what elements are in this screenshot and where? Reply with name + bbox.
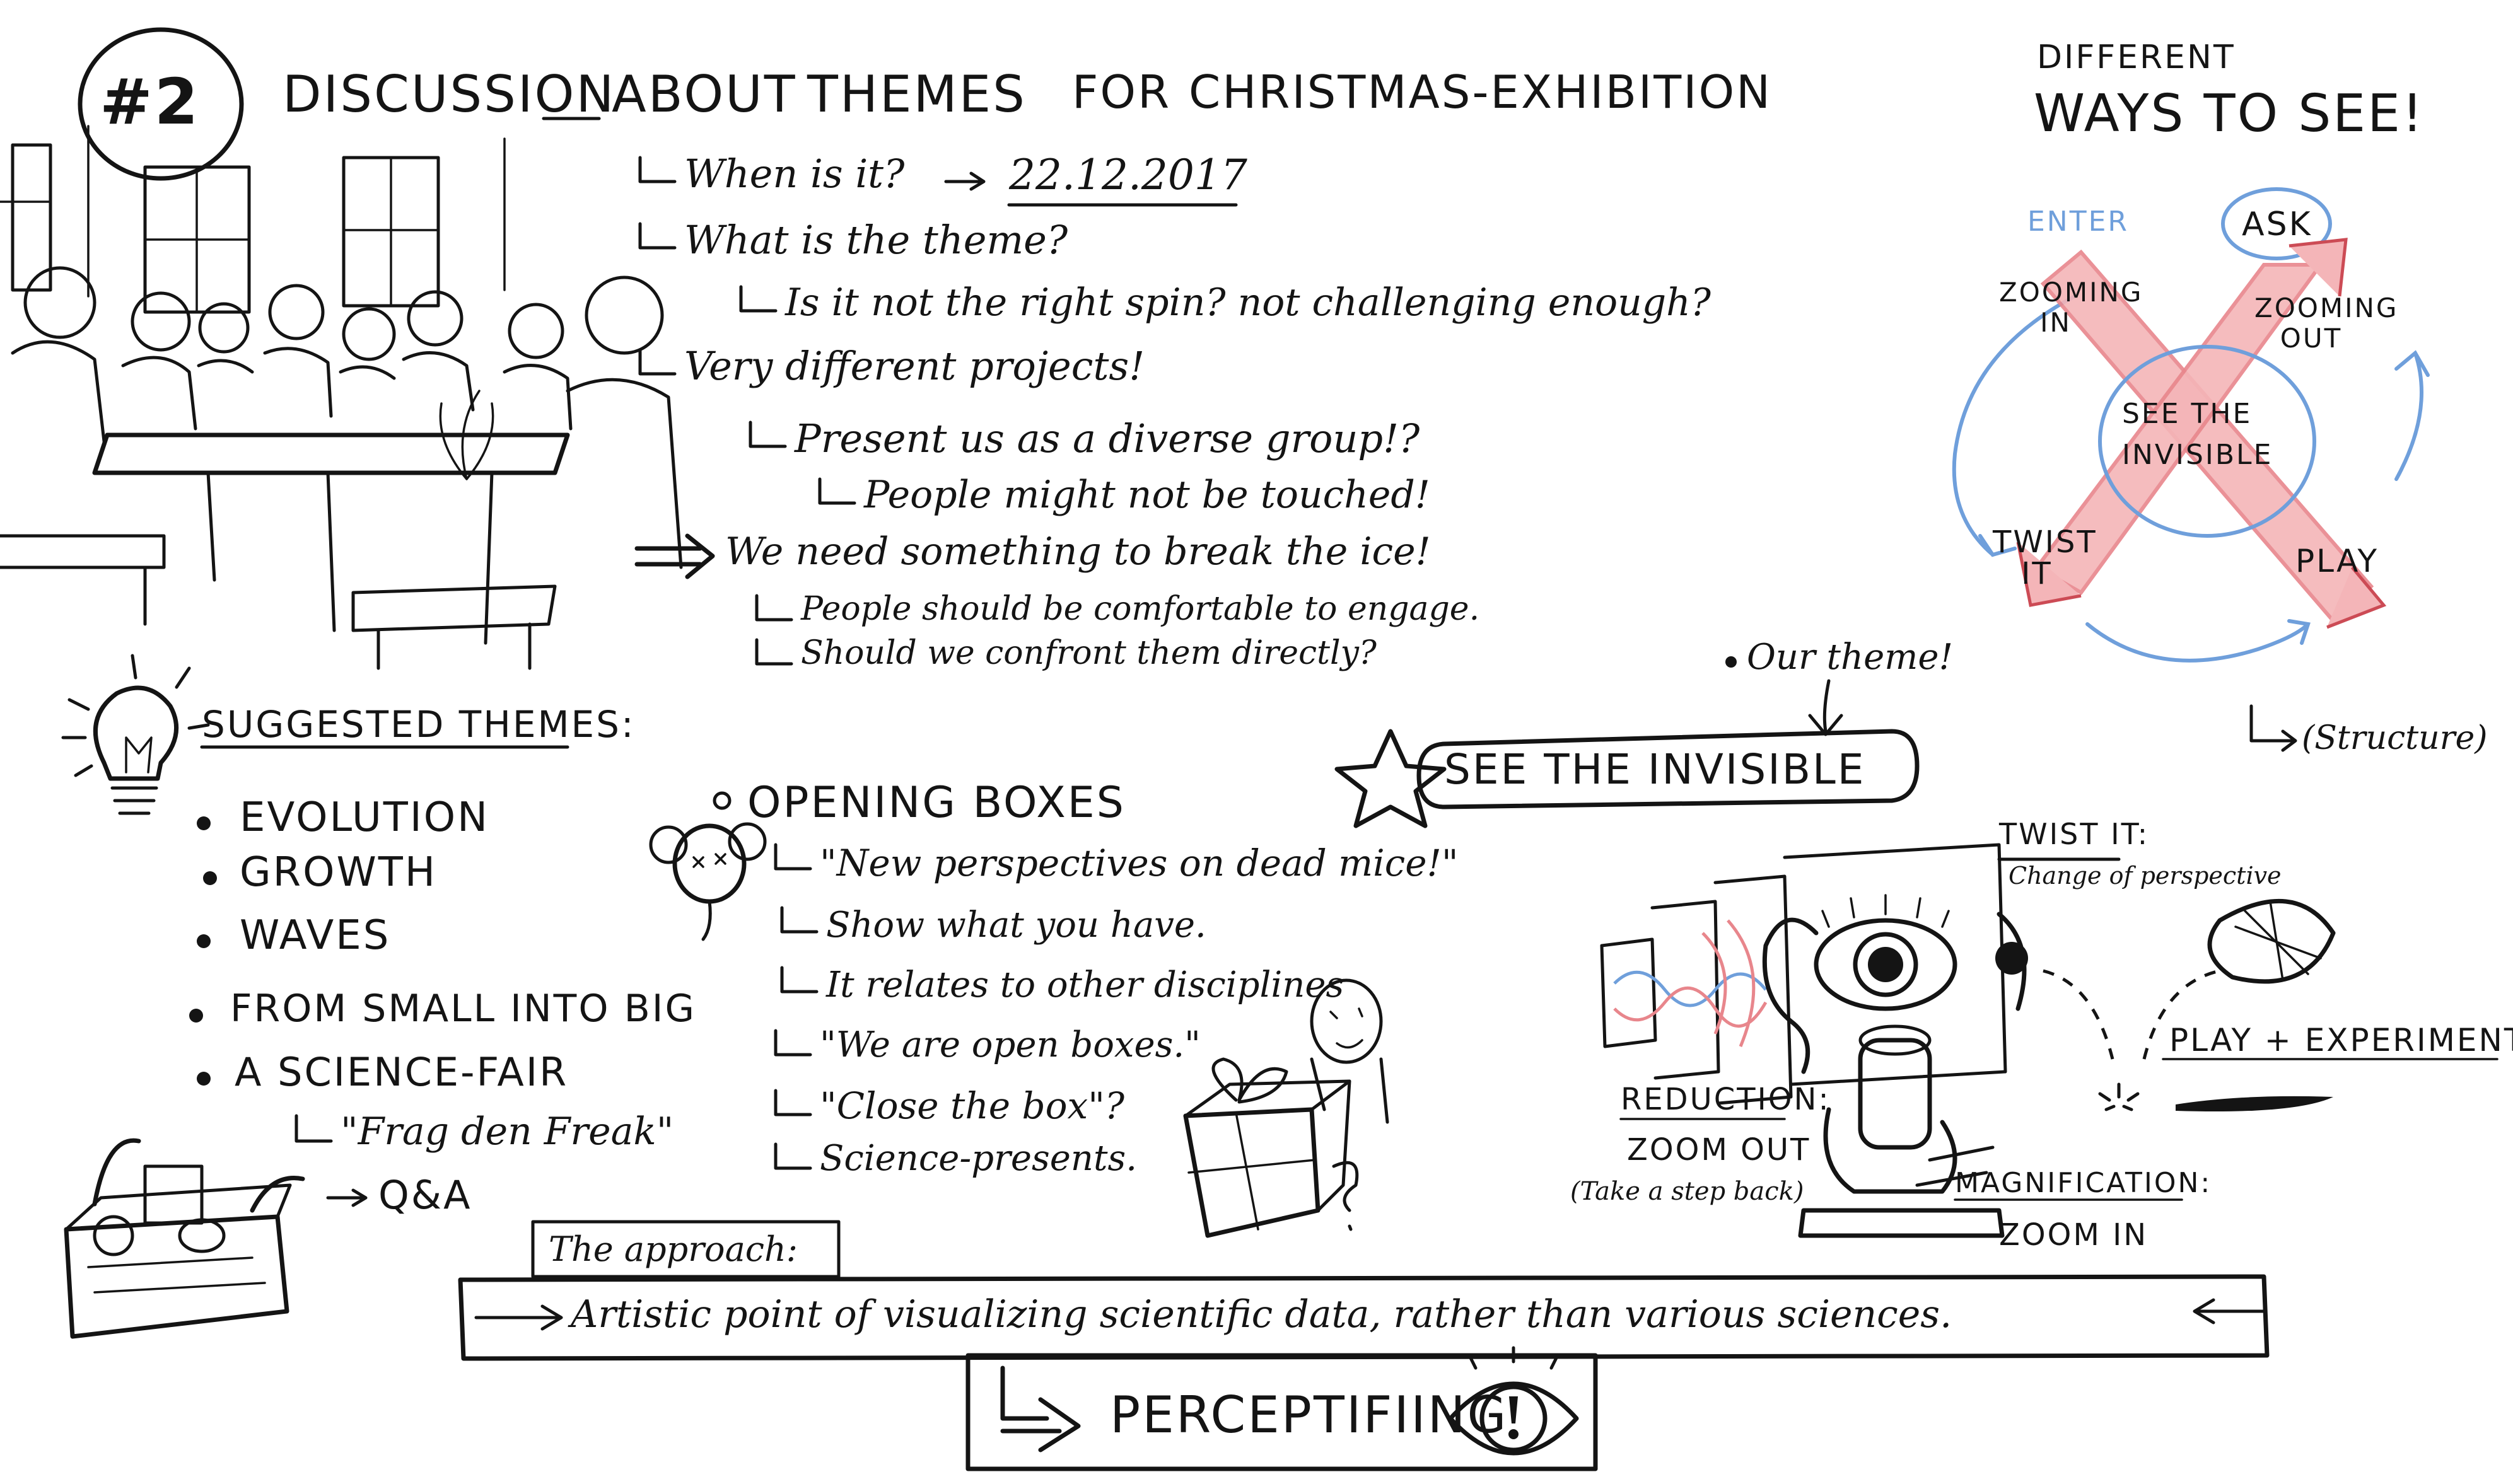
structure-arrow bbox=[2249, 704, 2297, 752]
toolbox-sketch bbox=[64, 1138, 305, 1339]
star-icon bbox=[1334, 729, 1447, 828]
question-spin: Is it not the right spin? not challengin… bbox=[785, 281, 1711, 325]
arrow-ice bbox=[634, 533, 715, 579]
box-note-disciplines: It relates to other disciplines bbox=[826, 965, 1344, 1006]
box-note-mice: "New perspectives on dead mice!" bbox=[820, 842, 1459, 884]
approach-label: The approach: bbox=[549, 1229, 798, 1269]
ways-play: PLAY bbox=[2295, 543, 2379, 579]
box-note-show: Show what you have. bbox=[826, 905, 1206, 946]
approach-text: Artistic point of visualizing scientific… bbox=[571, 1292, 1952, 1336]
fair-qa: Q&A bbox=[378, 1172, 472, 1218]
cycle-arrow-bottom bbox=[2085, 622, 2310, 663]
question-when: When is it? bbox=[684, 151, 905, 197]
opening-boxes-title: OPENING BOXES bbox=[747, 778, 1126, 828]
ways-center-invisible: INVISIBLE bbox=[2122, 439, 2273, 471]
arrow-confront bbox=[755, 638, 793, 666]
arrow-projects bbox=[638, 348, 677, 376]
theme-evolution: EVOLUTION bbox=[240, 794, 489, 841]
arrow-what bbox=[638, 222, 677, 250]
note-confront: Should we confront them directly? bbox=[801, 634, 1377, 672]
our-theme-bullet bbox=[1725, 656, 1737, 668]
twist-it-title: TWIST IT: bbox=[1999, 817, 2150, 851]
light-bulb-icon bbox=[61, 654, 210, 815]
play-experiment: PLAY + EXPERIMENT bbox=[2169, 1022, 2513, 1058]
note-ice: We need something to break the ice! bbox=[725, 530, 1431, 574]
opening-bullet-ring bbox=[713, 791, 732, 810]
note-comfortable: People should be comfortable to engage. bbox=[801, 590, 1480, 628]
twist-it-subtitle: Change of perspective bbox=[2009, 862, 2282, 890]
our-theme-label: Our theme! bbox=[1747, 637, 1954, 678]
suggested-title: SUGGESTED THEMES: bbox=[202, 703, 636, 746]
bullet bbox=[197, 816, 211, 830]
ways-title-main: WAYS TO SEE! bbox=[2034, 84, 2425, 144]
ways-enter: ENTER bbox=[2027, 206, 2129, 238]
arrow-touched bbox=[818, 477, 856, 505]
ways-title-different: DIFFERENT bbox=[2037, 38, 2236, 76]
magnification-label: MAGNIFICATION: bbox=[1955, 1167, 2212, 1199]
arrow-fair-sub bbox=[294, 1114, 333, 1143]
theme-science-fair: A SCIENCE-FAIR bbox=[235, 1049, 569, 1095]
arrow-date bbox=[944, 171, 986, 191]
theme-growth: GROWTH bbox=[240, 849, 437, 896]
note-touched: People might not be touched! bbox=[864, 473, 1430, 517]
fair-subtitle: "Frag den Freak" bbox=[341, 1110, 674, 1154]
result-arrow bbox=[1000, 1365, 1081, 1452]
cycle-arrow-right bbox=[2394, 351, 2423, 481]
theme-small-into-big: FROM SMALL INTO BIG bbox=[230, 987, 696, 1031]
question-date: 22.12.2017 bbox=[1009, 151, 1247, 199]
mouse-icon bbox=[649, 822, 767, 941]
header-title-for: FOR bbox=[1072, 66, 1172, 119]
ways-twist-it: TWIST IT bbox=[1993, 525, 2097, 592]
ways-structure: (Structure) bbox=[2302, 719, 2488, 757]
note-projects: Very different projects! bbox=[684, 343, 1145, 389]
approach-result: PERCEPTIFIING bbox=[1110, 1386, 1508, 1444]
bullet bbox=[203, 871, 217, 885]
arrow-present bbox=[749, 420, 787, 448]
box-note-open: "We are open boxes." bbox=[820, 1024, 1201, 1065]
theme-waves: WAVES bbox=[240, 912, 391, 959]
header-title-about: ABOUT bbox=[612, 65, 797, 124]
our-theme-arrow bbox=[1808, 679, 1843, 736]
opening-arrows bbox=[774, 843, 819, 1170]
note-present: Present us as a diverse group!? bbox=[795, 415, 1420, 461]
reduction-label: REDUCTION: bbox=[1621, 1082, 1831, 1117]
bullet bbox=[197, 1072, 211, 1086]
header-title-discussion: DISCUSSION bbox=[283, 65, 616, 124]
approach-arrow-left bbox=[474, 1304, 563, 1331]
approach-arrow-right bbox=[2193, 1298, 2266, 1325]
theme-name: SEE THE INVISIBLE bbox=[1444, 745, 1866, 794]
zoom-out-label: ZOOM OUT bbox=[1627, 1132, 1811, 1168]
arrow-qa bbox=[326, 1188, 368, 1207]
step-back-label: (Take a step back) bbox=[1570, 1177, 1804, 1206]
meeting-room-sketch bbox=[0, 125, 683, 670]
bullet bbox=[189, 1009, 203, 1023]
box-note-close: "Close the box"? bbox=[820, 1084, 1125, 1127]
arrow-spin bbox=[739, 285, 778, 313]
header-number: #2 bbox=[100, 65, 201, 139]
header-title-exhibition: CHRISTMAS-EXHIBITION bbox=[1189, 66, 1772, 119]
gift-box-sketch bbox=[1183, 978, 1389, 1238]
question-what: What is the theme? bbox=[684, 217, 1068, 263]
ways-ask: ASK bbox=[2242, 206, 2312, 243]
sketchnote-board: #2 DISCUSSION ABOUT THEMES FOR CHRISTMAS… bbox=[0, 0, 2513, 1484]
arrow-comfortable bbox=[755, 594, 793, 622]
ways-zooming-out: ZOOMING OUT bbox=[2254, 293, 2399, 354]
bullet bbox=[197, 934, 211, 948]
box-note-presents: Science-presents. bbox=[820, 1138, 1138, 1179]
ways-zooming-in: ZOOMING IN bbox=[1999, 277, 2143, 339]
zoom-in-label: ZOOM IN bbox=[1999, 1217, 2149, 1253]
ways-center-see-the: SEE THE bbox=[2122, 398, 2253, 430]
arrow-when bbox=[638, 156, 677, 183]
header-title-themes: THEMES bbox=[807, 65, 1027, 124]
